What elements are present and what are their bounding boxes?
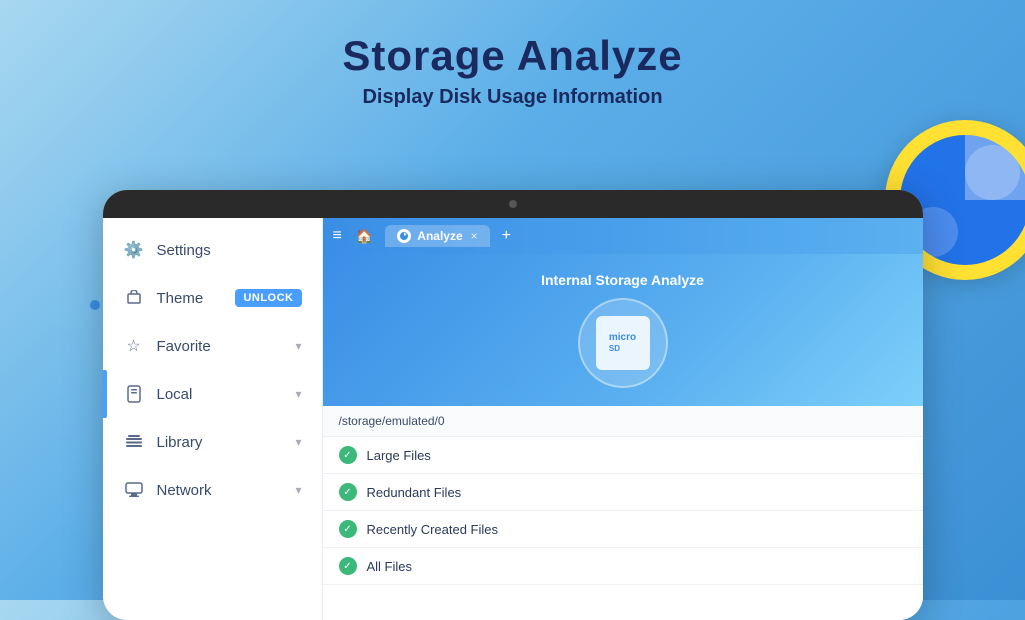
sidebar-item-favorite[interactable]: ☆ Favorite ▾ [103,322,322,370]
check-icon-redundant: ✓ [339,483,357,501]
network-chevron: ▾ [295,483,301,497]
sd-card-text: microSD [609,332,636,354]
tab-analyze-label: Analyze [417,229,462,243]
sidebar-label-network: Network [157,482,296,499]
file-label-large: Large Files [367,448,431,463]
sidebar-label-theme: Theme [157,290,236,307]
home-icon[interactable]: 🏠 [356,228,373,245]
sd-card-icon: microSD [596,316,650,370]
page-title: Storage Analyze [0,32,1025,80]
check-icon-recent: ✓ [339,520,357,538]
tab-add-button[interactable]: + [502,227,511,245]
tablet-frame: ⚙️ Settings Theme UNLOCK ☆ Favorite ▾ [103,190,923,620]
sd-card-container: microSD [578,298,668,388]
library-chevron: ▾ [295,435,301,449]
check-icon-large: ✓ [339,446,357,464]
tablet-camera [509,200,517,208]
tab-close-icon[interactable]: × [471,229,478,243]
file-item-redundant[interactable]: ✓ Redundant Files [323,474,923,511]
sidebar-item-theme[interactable]: Theme UNLOCK [103,274,322,322]
sidebar-item-local[interactable]: Local ▾ [103,370,322,418]
theme-icon [123,287,145,309]
sidebar-label-library: Library [157,434,296,451]
active-indicator [103,370,107,418]
sidebar-item-settings[interactable]: ⚙️ Settings [103,226,322,274]
favorite-icon: ☆ [123,335,145,357]
file-item-large[interactable]: ✓ Large Files [323,437,923,474]
check-icon-all: ✓ [339,557,357,575]
file-label-recent: Recently Created Files [367,522,499,537]
left-indicator-dot [90,300,100,310]
analyze-title: Internal Storage Analyze [541,272,704,288]
page-subtitle: Display Disk Usage Information [0,86,1025,109]
library-icon [123,431,145,453]
tab-analyze[interactable]: Analyze × [385,225,489,247]
tab-analyze-icon [397,229,411,243]
settings-icon: ⚙️ [123,239,145,261]
sidebar-label-settings: Settings [157,242,302,259]
file-item-all[interactable]: ✓ All Files [323,548,923,585]
tab-bar: ≡ 🏠 Analyze × + [323,218,923,254]
sidebar: ⚙️ Settings Theme UNLOCK ☆ Favorite ▾ [103,218,323,620]
file-list: /storage/emulated/0 ✓ Large Files ✓ Redu… [323,406,923,620]
file-label-redundant: Redundant Files [367,485,462,500]
main-area: ≡ 🏠 Analyze × + Internal Storage Analyze [323,218,923,620]
menu-icon[interactable]: ≡ [333,227,342,245]
sidebar-item-network[interactable]: Network ▾ [103,466,322,514]
tablet-top-bar [103,190,923,218]
sidebar-label-favorite: Favorite [157,338,296,355]
sd-circle: microSD [578,298,668,388]
sidebar-label-local: Local [157,386,296,403]
local-icon [123,383,145,405]
favorite-chevron: ▾ [295,339,301,353]
local-chevron: ▾ [295,387,301,401]
analyze-hero: Internal Storage Analyze microSD [323,254,923,406]
network-icon [123,479,145,501]
file-item-recent[interactable]: ✓ Recently Created Files [323,511,923,548]
file-label-all: All Files [367,559,413,574]
path-bar: /storage/emulated/0 [323,406,923,437]
sidebar-item-library[interactable]: Library ▾ [103,418,322,466]
unlock-badge: UNLOCK [235,289,301,307]
